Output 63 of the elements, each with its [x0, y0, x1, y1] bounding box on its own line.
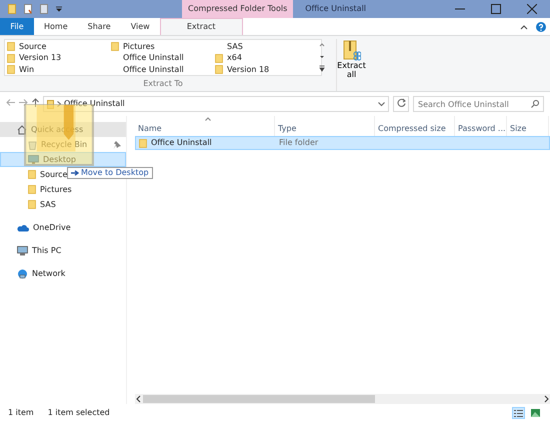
more-icon	[319, 65, 325, 73]
gallery-item[interactable]: Version 13	[7, 52, 111, 64]
extract-all-button[interactable]: Extract all	[336, 39, 366, 91]
nav-item[interactable]: SAS	[0, 197, 126, 212]
gallery-item[interactable]: Office Uninstall	[111, 64, 215, 76]
zipped-folder-icon	[47, 100, 54, 108]
file-type: File folder	[278, 137, 318, 149]
window-title: Office Uninstall	[304, 3, 368, 15]
back-arrow-icon	[6, 99, 15, 106]
home-icon	[17, 124, 27, 134]
nav-item[interactable]: OneDrive	[0, 220, 126, 235]
details-view-icon	[514, 408, 523, 418]
file-row[interactable]: Office Uninstall File folder	[135, 136, 550, 150]
nav-item[interactable]: Network	[0, 266, 126, 281]
gallery-item[interactable]: SAS	[215, 41, 317, 52]
close-icon	[527, 4, 537, 14]
scroll-up-icon	[319, 42, 325, 48]
scroll-right-icon	[542, 395, 550, 403]
ribbon-tab[interactable]: Extract	[160, 18, 243, 35]
up-arrow-icon	[32, 98, 39, 108]
details-view-button[interactable]	[512, 407, 525, 419]
dropdown-icon	[56, 6, 62, 12]
folder-icon	[111, 42, 119, 52]
large-icons-view-button[interactable]	[529, 407, 542, 419]
gallery-item[interactable]: Source	[7, 41, 111, 52]
gallery-item[interactable]: x64	[215, 52, 317, 64]
cloud-icon	[17, 224, 29, 232]
zipped-folder-icon	[342, 39, 360, 61]
arrow-icon	[71, 170, 79, 176]
desktop-icon	[28, 155, 39, 164]
computer-icon	[17, 246, 28, 256]
nav-item[interactable]: Pictures	[0, 182, 126, 197]
properties-icon	[24, 4, 32, 14]
item-count: 1 item	[8, 407, 34, 419]
search-icon	[531, 100, 539, 108]
gallery-item[interactable]: Office Uninstall	[111, 52, 215, 64]
address-bar[interactable]: Office Uninstall	[43, 96, 389, 112]
context-tab-group-label: Compressed Folder Tools	[182, 0, 294, 18]
gallery-item[interactable]: Pictures	[111, 41, 215, 52]
selection-count: 1 item selected	[48, 407, 110, 419]
folder-icon	[139, 138, 147, 148]
chevron-icon	[57, 101, 61, 107]
refresh-button[interactable]	[393, 96, 409, 112]
drag-tooltip: Move to Desktop	[67, 167, 153, 179]
gallery-item[interactable]: Version 18	[215, 64, 317, 76]
collapse-ribbon-icon	[520, 24, 528, 30]
folder-icon	[8, 4, 16, 14]
nav-item[interactable]: This PC	[0, 243, 126, 258]
scroll-left-icon	[135, 395, 143, 403]
network-icon	[17, 268, 28, 278]
dropdown-icon	[378, 102, 385, 106]
forward-arrow-icon	[19, 99, 28, 106]
help-icon	[536, 22, 546, 32]
new-folder-icon	[40, 4, 48, 14]
gallery-item[interactable]: Win	[7, 64, 111, 76]
file-tab[interactable]: File	[0, 18, 34, 35]
picture-icon	[531, 409, 540, 417]
file-name: Office Uninstall	[151, 137, 212, 149]
refresh-icon	[396, 98, 406, 108]
search-field[interactable]: Search Office Uninstall	[413, 96, 544, 112]
group-label: Extract To	[142, 78, 184, 90]
maximize-icon	[491, 4, 501, 14]
horizontal-scrollbar[interactable]	[135, 394, 550, 404]
